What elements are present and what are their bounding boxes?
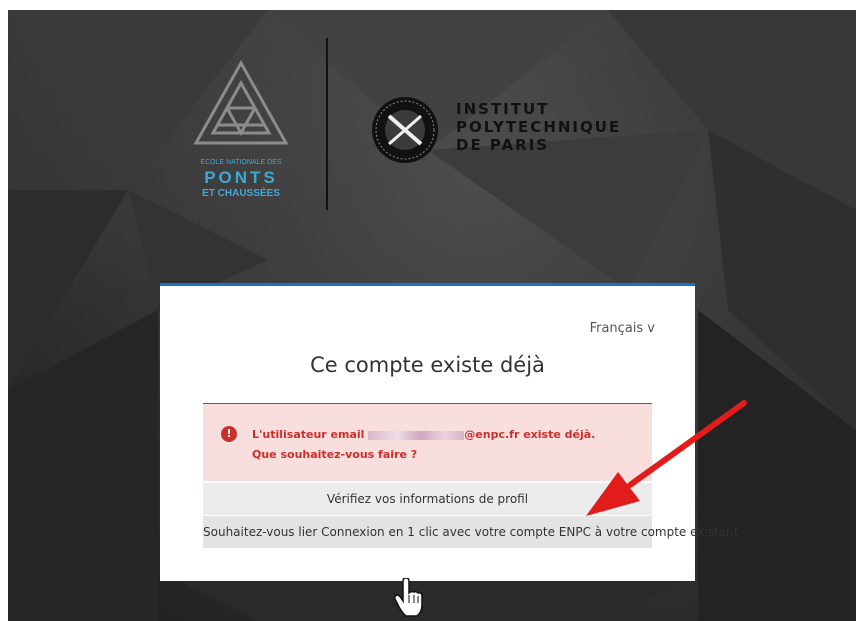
page-title: Ce compte existe déjà: [310, 353, 545, 377]
enpc-logo-chaussees: ET CHAUSSÉES: [202, 188, 280, 199]
hand-cursor-icon: [394, 578, 423, 617]
enpc-logo-school-line: ÉCOLE NATIONALE DES: [200, 159, 282, 166]
ipp-line-de-paris: DE PARIS: [456, 136, 550, 154]
enpc-logo-ponts: PONTS: [204, 168, 278, 187]
enpc-logo: ÉCOLE NATIONALE DES PONTS ET CHAUSSÉES: [191, 58, 301, 208]
alert-prefix: L'utilisateur email: [252, 428, 365, 441]
ipp-wordmark: INSTITUT POLYTECHNIQUE DE PARIS: [456, 100, 621, 154]
link-account-label: Souhaitez-vous lier Connexion en 1 clic …: [203, 525, 739, 539]
language-selector[interactable]: Français v: [590, 321, 655, 336]
alert-message: L'utilisateur email @enpc.fr existe déjà…: [252, 425, 642, 465]
error-alert: ! L'utilisateur email @enpc.fr existe dé…: [203, 403, 652, 481]
redacted-email: [368, 430, 465, 440]
review-profile-button[interactable]: Vérifiez vos informations de profil: [203, 483, 652, 515]
login-background: ÉCOLE NATIONALE DES PONTS ET CHAUSSÉES I…: [8, 10, 856, 621]
ipp-line-institut: INSTITUT: [456, 100, 550, 118]
exclamation-icon: !: [221, 426, 237, 442]
ipp-seal-logo: [372, 97, 438, 163]
logo-divider: [326, 38, 328, 210]
ipp-line-polytechnique: POLYTECHNIQUE: [456, 118, 622, 136]
alert-suffix: @enpc.fr existe déjà.: [464, 428, 596, 441]
alert-question: Que souhaitez-vous faire ?: [252, 448, 418, 461]
account-exists-card: Français v Ce compte existe déjà ! L'uti…: [160, 283, 738, 581]
link-account-button[interactable]: Souhaitez-vous lier Connexion en 1 clic …: [203, 516, 738, 548]
